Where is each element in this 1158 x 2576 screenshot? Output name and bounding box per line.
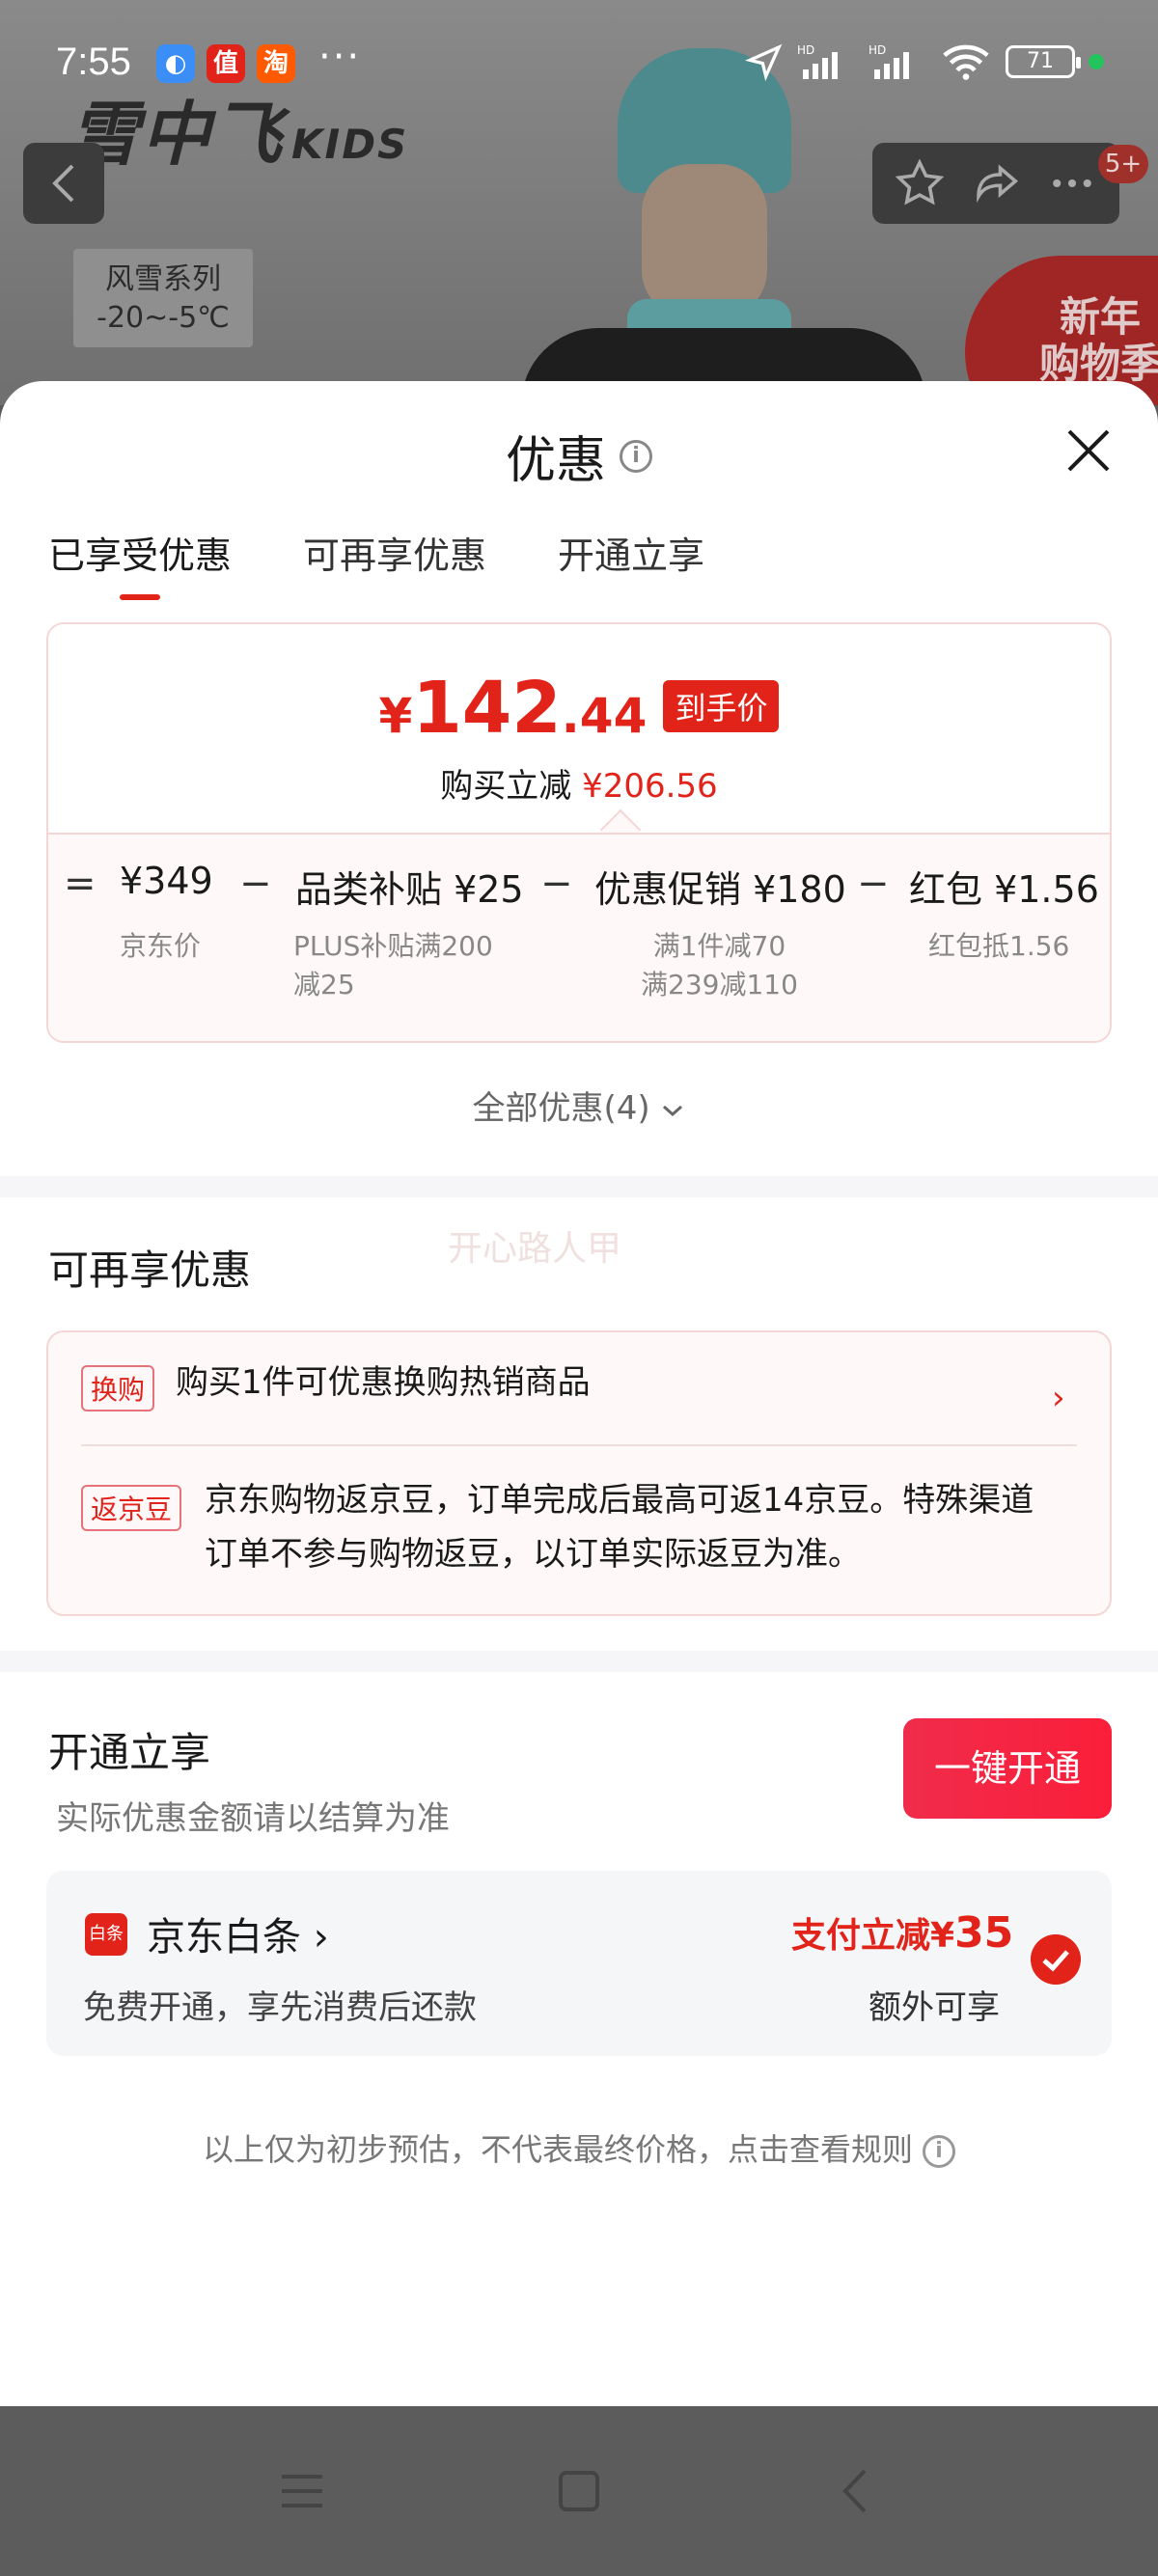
tab-enjoyed[interactable]: 已享受优惠 bbox=[48, 526, 232, 600]
minus-sign: − bbox=[857, 862, 890, 906]
chevron-left-icon bbox=[52, 164, 74, 203]
final-price: ¥142.44 到手价 bbox=[48, 667, 1110, 750]
final-price-card: ¥142.44 到手价 购买立减 ¥206.56 = ¥349 京东价 − 品类… bbox=[46, 622, 1112, 1043]
trade-in-text: 购买1件可优惠换购热销商品 bbox=[176, 1363, 591, 1402]
top-action-group bbox=[872, 143, 1119, 224]
svg-text:HD: HD bbox=[797, 43, 814, 57]
star-icon[interactable] bbox=[894, 157, 946, 209]
privacy-dot bbox=[1089, 54, 1104, 69]
more-icon[interactable] bbox=[1046, 157, 1098, 209]
signal-icon: HD bbox=[797, 43, 838, 79]
baitiao-name[interactable]: 京东白条 › bbox=[147, 1905, 329, 1961]
more-notifications-icon: ··· bbox=[318, 35, 362, 79]
red-packet-detail: 红包抵1.56 bbox=[928, 930, 1070, 962]
status-indicators: HD HD 71 bbox=[745, 42, 1104, 81]
open-section-subtitle: 实际优惠金额请以结算为准 bbox=[56, 1799, 450, 1838]
extra-discounts-title: 可再享优惠 bbox=[48, 1247, 252, 1294]
extra-discounts-card: 换购 购买1件可优惠换购热销商品 › 返京豆 京东购物返京豆，订单完成后最高可返… bbox=[46, 1330, 1112, 1616]
discount-sheet: 优惠 i 已享受优惠 可再享优惠 开通立享 ¥142.44 到手价 购买立减 ¥… bbox=[0, 381, 1158, 2407]
red-packet-value: 红包 ¥1.56 bbox=[909, 868, 1099, 911]
back-button[interactable] bbox=[23, 143, 104, 224]
chevron-right-icon: › bbox=[1052, 1379, 1065, 1417]
minus-sign: − bbox=[239, 862, 272, 906]
final-price-tag: 到手价 bbox=[663, 680, 780, 732]
svg-text:HD: HD bbox=[868, 43, 886, 57]
total-reduction: 购买立减 ¥206.56 bbox=[440, 767, 718, 806]
info-icon[interactable]: i bbox=[620, 439, 652, 473]
baitiao-description: 免费开通，享先消费后还款 bbox=[83, 1988, 477, 2027]
zhi-app-icon: 值 bbox=[207, 44, 245, 83]
browser-app-icon: ◐ bbox=[156, 44, 195, 83]
minus-sign: − bbox=[540, 862, 573, 906]
discount-tabs: 已享受优惠 可再享优惠 开通立享 bbox=[48, 526, 704, 600]
series-label: 风雪系列 -20~-5℃ bbox=[73, 249, 253, 347]
watermark-text: 开心路人甲 bbox=[448, 1229, 622, 1269]
location-icon bbox=[745, 43, 783, 81]
tab-open-to-enjoy[interactable]: 开通立享 bbox=[558, 526, 704, 600]
home-icon[interactable] bbox=[553, 2465, 605, 2517]
jd-price-label: 京东价 bbox=[120, 930, 202, 962]
promotion-detail: 满1件减70 满239减110 bbox=[641, 930, 798, 1000]
chevron-down-icon bbox=[663, 1105, 683, 1116]
system-navigation-bar bbox=[0, 2406, 1158, 2576]
wifi-icon bbox=[943, 44, 989, 80]
status-bar: 7:55 ◐ 值 淘 ··· HD HD 71 bbox=[0, 0, 1158, 125]
baitiao-card[interactable]: 白条 京东白条 › 免费开通，享先消费后还款 支付立减¥35 额外可享 bbox=[46, 1871, 1112, 2056]
sheet-title: 优惠 bbox=[505, 432, 606, 490]
one-click-open-button[interactable]: 一键开通 bbox=[903, 1718, 1112, 1819]
open-section-title: 开通立享 bbox=[48, 1729, 211, 1776]
section-divider bbox=[0, 1651, 1158, 1672]
baitiao-promo: 支付立减¥35 bbox=[791, 1908, 1014, 1958]
equals-sign: = bbox=[64, 862, 96, 906]
jd-bean-tag: 返京豆 bbox=[81, 1485, 182, 1531]
trade-in-tag: 换购 bbox=[81, 1365, 155, 1411]
category-subsidy-value: 品类补贴 ¥25 bbox=[295, 868, 524, 911]
section-divider bbox=[0, 1176, 1158, 1197]
promotion-value: 优惠促销 ¥180 bbox=[594, 868, 846, 911]
chevron-right-icon: › bbox=[313, 1915, 329, 1959]
close-icon[interactable] bbox=[1058, 420, 1119, 481]
jd-price-value: ¥349 bbox=[120, 860, 213, 902]
info-icon: i bbox=[923, 2135, 955, 2168]
message-count-badge: 5+ bbox=[1098, 145, 1148, 183]
sheet-header: 优惠 i bbox=[0, 420, 1158, 492]
baitiao-extra-label: 额外可享 bbox=[868, 1988, 1000, 2027]
baitiao-logo-icon: 白条 bbox=[85, 1913, 127, 1956]
notification-app-icons: ◐ 值 淘 bbox=[156, 44, 295, 83]
taobao-app-icon: 淘 bbox=[257, 44, 295, 83]
check-icon[interactable] bbox=[1031, 1934, 1081, 1985]
all-discounts-toggle[interactable]: 全部优惠(4) bbox=[0, 1082, 1158, 1129]
active-tab-indicator bbox=[120, 594, 160, 600]
back-icon[interactable] bbox=[830, 2465, 882, 2517]
tab-more-available[interactable]: 可再享优惠 bbox=[303, 526, 486, 600]
category-subsidy-detail: PLUS补贴满200 减25 bbox=[293, 930, 493, 1000]
menu-icon[interactable] bbox=[276, 2465, 328, 2517]
row-divider bbox=[81, 1444, 1077, 1446]
battery-indicator: 71 bbox=[1006, 45, 1081, 78]
status-time: 7:55 bbox=[56, 41, 131, 83]
price-breakdown: = ¥349 京东价 − 品类补贴 ¥25 PLUS补贴满200 减25 − 优… bbox=[48, 833, 1110, 1041]
price-disclaimer[interactable]: 以上仅为初步预估，不代表最终价格，点击查看规则 i bbox=[0, 2125, 1158, 2170]
signal-2-icon: HD bbox=[868, 43, 909, 79]
jd-bean-text: 京东购物返京豆，订单完成后最高可返14京豆。特殊渠道 订单不参与购物返豆，以订单… bbox=[205, 1481, 1034, 1574]
share-icon[interactable] bbox=[970, 157, 1022, 209]
